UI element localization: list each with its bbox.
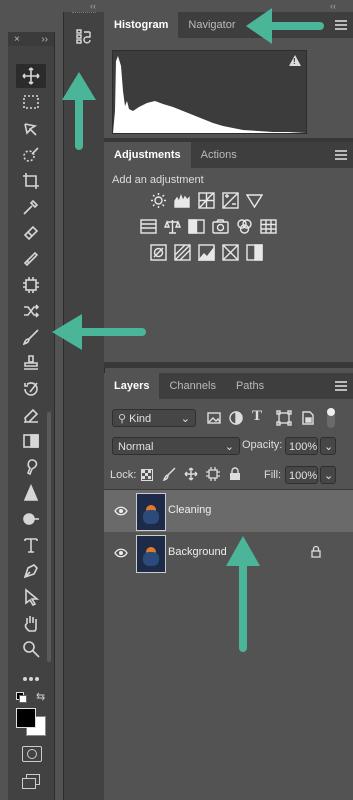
arrow-to-cleaning-layer bbox=[226, 536, 260, 652]
arrow-to-history-panel bbox=[62, 72, 96, 150]
annotation-arrows bbox=[52, 8, 324, 652]
arrow-to-navigator bbox=[246, 8, 324, 44]
arrow-to-brush-tool bbox=[52, 314, 146, 350]
